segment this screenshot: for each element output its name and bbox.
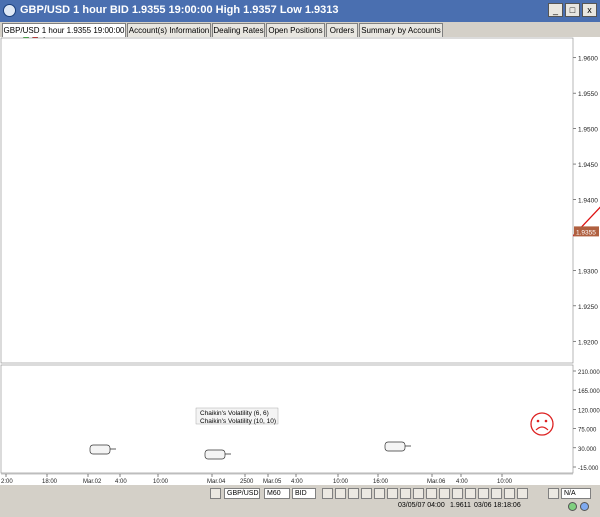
minimize-button[interactable]: _ <box>548 3 563 17</box>
sad-face-icon <box>530 412 554 436</box>
print-icon[interactable] <box>504 488 515 499</box>
price-tick-label-0: 1.9600 <box>578 56 598 63</box>
crosshair-icon[interactable] <box>413 488 424 499</box>
price-tick-label-3: 1.9450 <box>578 162 598 169</box>
indicator-tick-label-4: 30.000 <box>578 447 597 453</box>
channel-icon[interactable] <box>465 488 476 499</box>
bar-chart-icon[interactable] <box>335 488 346 499</box>
toolbar-btn-1[interactable] <box>210 488 221 499</box>
indicator-tick-label-2: 120.000 <box>578 408 600 414</box>
indicator-axis: 210.000 165.000 120.000 75.000 30.000 -15.000 <box>572 370 600 472</box>
close-button[interactable]: x <box>582 3 597 17</box>
indicator-tick-label-3: 75.000 <box>578 428 597 434</box>
price-axis: 1.9600 1.9550 1.9500 1.9450 1.9400 1.9300 1.92… <box>572 56 599 346</box>
price-tick-label-5: 1.9300 <box>578 268 598 275</box>
indicator-tick-label-5: -15.000 <box>578 466 599 472</box>
grid-icon[interactable] <box>387 488 398 499</box>
side-select[interactable]: BID <box>292 488 316 499</box>
app-icon <box>3 4 16 17</box>
template-icon[interactable] <box>491 488 502 499</box>
sad-face-eye <box>544 419 548 423</box>
connection-icon <box>568 502 577 511</box>
fibonacci-icon[interactable] <box>452 488 463 499</box>
tab-bar: GBP/USD 1 hour 1.9355 19:00:00 Account(s… <box>0 22 600 37</box>
cursor-icon[interactable] <box>400 488 411 499</box>
indicator-label-1: Chaikin's Volatility (6, 6) <box>200 410 269 417</box>
price-tick-label-7: 1.9200 <box>578 339 598 346</box>
bottom-toolbar: GBP/USD M60 BID N/A 03/05/07 04:00 1.961… <box>0 485 600 517</box>
window-title: GBP/USD 1 hour BID 1.9355 19:00:00 High … <box>20 4 339 16</box>
period-select[interactable]: M60 <box>264 488 290 499</box>
pointing-hand-icon <box>204 449 226 460</box>
tab-chart[interactable]: GBP/USD 1 hour 1.9355 19:00:00 <box>2 23 126 37</box>
refresh-icon[interactable] <box>517 488 528 499</box>
pointing-hand-icon <box>89 444 111 455</box>
chart-area[interactable]: ▲ 1.9651 1.96001.95501.95001.94501.94001… <box>0 18 600 485</box>
indicator-panel-frame <box>0 364 574 474</box>
status-time: 03/06 18:18:06 <box>474 502 521 509</box>
tab-dealing-rates[interactable]: Dealing Rates <box>212 23 265 37</box>
mode-select[interactable]: N/A <box>561 488 591 499</box>
indicators-icon[interactable] <box>478 488 489 499</box>
zoom-in-icon[interactable] <box>361 488 372 499</box>
indicator-tick-label-1: 165.000 <box>578 389 600 395</box>
title-bar: GBP/USD 1 hour BID 1.9355 19:00:00 High … <box>0 0 600 22</box>
decorations: Chaikin's Volatility (6, 6)Chaikin's Vol… <box>0 37 574 474</box>
price-tick-label-4: 1.9400 <box>578 198 598 205</box>
trendline-icon[interactable] <box>426 488 437 499</box>
chart-svg[interactable]: ▲ 1.9651 1.96001.95501.95001.94501.94001… <box>0 18 600 485</box>
price-tick-label-1: 1.9550 <box>578 91 598 98</box>
maximize-button[interactable]: □ <box>565 3 580 17</box>
sad-face-eye <box>536 419 540 423</box>
text-tool-icon[interactable] <box>439 488 450 499</box>
symbol-select[interactable]: GBP/USD <box>224 488 260 499</box>
tab-open-positions[interactable]: Open Positions <box>266 23 325 37</box>
calendar-icon[interactable] <box>548 488 559 499</box>
status-price: 1.9611 <box>450 502 471 509</box>
server-icon <box>580 502 589 511</box>
indicator-tick-label-0: 210.000 <box>578 370 600 376</box>
indicator-label-2: Chaikin's Volatility (10, 10) <box>200 418 276 425</box>
line-chart-icon[interactable] <box>348 488 359 499</box>
price-panel-frame <box>0 37 574 364</box>
price-tick-label-6: 1.9250 <box>578 304 598 311</box>
price-tick-label-2: 1.9500 <box>578 127 598 134</box>
pointing-hand-icon <box>384 441 406 452</box>
zoom-out-icon[interactable] <box>374 488 385 499</box>
tab-summary-by-accounts[interactable]: Summary by Accounts <box>359 23 443 37</box>
chart-type-icon[interactable] <box>322 488 333 499</box>
status-date: 03/05/07 04:00 <box>398 502 445 509</box>
tab-orders[interactable]: Orders <box>326 23 358 37</box>
time-axis: 2:00 18:00 Mar.02 4:00 10:00 Mar.04 2500 Mar.05… <box>1 473 573 485</box>
current-price-label: 1.9355 <box>576 229 596 236</box>
tab-accounts-information[interactable]: Account(s) Information <box>127 23 211 37</box>
